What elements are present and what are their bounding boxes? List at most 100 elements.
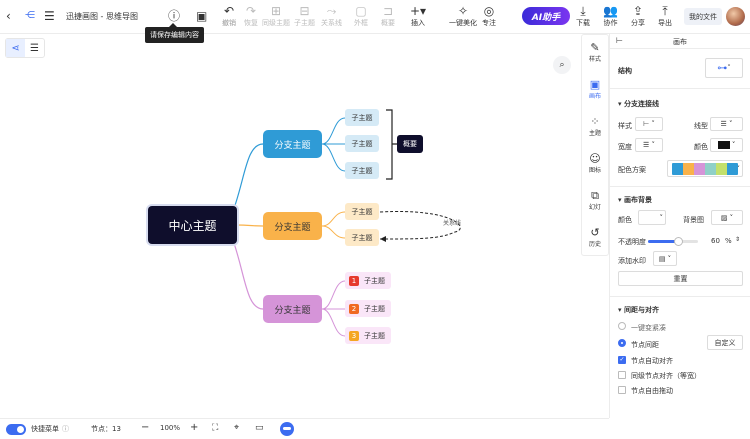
fit-screen-icon[interactable]: ⛶	[212, 423, 218, 433]
line-style-select[interactable]: ⊢ ˅	[635, 117, 663, 131]
background-title-text: 画布背景	[623, 196, 652, 204]
line-color-select[interactable]: ˅	[710, 138, 743, 152]
undo-icon: ↶	[223, 4, 235, 18]
opacity-stepper-icon[interactable]: ⇕	[735, 236, 740, 243]
bg-image-label: 背景图	[683, 216, 704, 224]
summary-button[interactable]: ⊐ 概要	[381, 4, 395, 28]
canvas-icon: ▣	[589, 78, 601, 91]
custom-button[interactable]: 自定义	[707, 335, 743, 350]
central-topic[interactable]: 中心主题	[148, 206, 237, 244]
ai-assistant-button[interactable]: AI助手	[522, 7, 570, 25]
app-root: ‹ ⋲ ☰ 迅捷画图 - 思维导图 ⓘ ▣ ↶ 撤销 ↷ 恢复 ⊞ 同级主题 ⊟ 子主题…	[0, 0, 750, 439]
subtopic-label: 子主题	[364, 276, 385, 285]
frame-button[interactable]: ▢ 外框	[354, 4, 368, 28]
relation-line-button[interactable]: ⤳ 关系线	[321, 4, 342, 28]
opacity-value[interactable]: 60	[711, 237, 720, 245]
back-icon[interactable]: ‹	[6, 9, 11, 23]
collapse-panel-icon[interactable]: ⊢	[616, 36, 623, 45]
zoom-out-icon[interactable]: −	[141, 422, 149, 433]
document-title[interactable]: 迅捷画图 - 思维导图	[66, 11, 138, 22]
reset-button[interactable]: 重置	[618, 271, 743, 286]
save-icon[interactable]: ▣	[196, 9, 207, 23]
rail-slides[interactable]: ⧉ 幻灯	[582, 189, 608, 211]
download-button[interactable]: ⤓ 下载	[576, 4, 590, 28]
auto-align-checkbox[interactable]: ✓	[618, 356, 626, 364]
free-drag-label: 节点自由拖动	[631, 387, 673, 395]
subtopic[interactable]: 子主题	[345, 162, 379, 179]
beautify-button[interactable]: ✧ 一键美化	[449, 4, 477, 28]
numbered-subtopic[interactable]: 3 子主题	[345, 327, 391, 344]
mindmap-logo-icon[interactable]: ⋲	[25, 9, 35, 23]
numbered-subtopic[interactable]: 2 子主题	[345, 300, 391, 317]
redo-button[interactable]: ↷ 恢复	[244, 4, 258, 28]
rail-history[interactable]: ↺ 历史	[582, 226, 608, 248]
summary-bracket[interactable]	[386, 109, 397, 180]
summary-node[interactable]: 概要	[397, 135, 423, 153]
bg-image-select[interactable]: ▨ ˅	[711, 210, 743, 225]
bg-color-select[interactable]: ˅	[638, 210, 666, 225]
branch-topic-1[interactable]: 分支主题	[263, 130, 322, 158]
palette-swatch	[683, 163, 694, 175]
beautify-label: 一键美化	[449, 19, 477, 27]
branch-topic-2[interactable]: 分支主题	[263, 212, 322, 240]
save-status-icon[interactable]: ⓘ	[168, 9, 180, 23]
color-scheme-palette[interactable]	[672, 163, 738, 175]
subtopic[interactable]: 子主题	[345, 135, 379, 152]
mindmap-canvas[interactable]: 中心主题 分支主题 分支主题 分支主题 子主题 子主题 子主题 子主题 子主题 …	[0, 34, 580, 418]
rail-canvas[interactable]: ▣ 画布	[582, 78, 608, 100]
opacity-slider[interactable]	[648, 237, 698, 246]
share-button[interactable]: ⇪ 分享	[631, 4, 645, 28]
rail-icon[interactable]: ☺ 图标	[582, 152, 608, 174]
canvas-panel: ⊢ 画布 结构 ⊶ ˅ ▾ 分支连接线 样式 ⊢ ˅ 线型 ☰ ˅ 宽度 ☰ ˅ …	[609, 34, 750, 418]
avatar[interactable]	[726, 7, 745, 26]
sibling-topic-label: 同级主题	[262, 19, 290, 27]
node-spacing-radio[interactable]	[618, 339, 626, 347]
structure-select[interactable]: ⊶ ˅	[705, 58, 743, 78]
auto-align-label: 节点自动对齐	[631, 357, 673, 365]
compact-radio[interactable]	[618, 322, 626, 330]
subtopic[interactable]: 子主题	[345, 229, 379, 246]
child-topic-button[interactable]: ⊟ 子主题	[294, 4, 315, 28]
frame-icon: ▢	[355, 4, 367, 18]
locate-icon[interactable]: ⌖	[234, 423, 239, 433]
rail-theme[interactable]: ⁘ 主题	[582, 115, 608, 137]
sibling-topic-button[interactable]: ⊞ 同级主题	[262, 4, 290, 28]
rail-style[interactable]: ✎ 样式	[582, 41, 608, 63]
search-icon[interactable]: ⌕	[553, 56, 571, 74]
same-level-align-checkbox[interactable]	[618, 371, 626, 379]
help-icon[interactable]: ⓘ	[62, 424, 69, 434]
line-width-select[interactable]: ☰ ˅	[635, 138, 663, 152]
relation-line-label[interactable]: 关系线	[443, 218, 461, 227]
assistant-bot-icon[interactable]	[280, 422, 294, 436]
menu-icon[interactable]: ☰	[44, 9, 55, 23]
free-drag-checkbox[interactable]	[618, 386, 626, 394]
subtopic[interactable]: 子主题	[345, 203, 379, 220]
subtopic[interactable]: 子主题	[345, 109, 379, 126]
redo-label: 恢复	[244, 19, 258, 27]
opacity-slider-handle[interactable]	[674, 237, 683, 246]
line-type-select[interactable]: ☰ ˅	[710, 117, 743, 131]
focus-icon: ◎	[483, 4, 495, 18]
export-button[interactable]: ⤒ 导出	[658, 4, 672, 28]
zoom-in-icon[interactable]: +	[190, 422, 198, 433]
branch-topic-3[interactable]: 分支主题	[263, 295, 322, 323]
collaborate-label: 协作	[603, 19, 618, 27]
presentation-icon[interactable]: ▭	[255, 423, 264, 433]
my-files-button[interactable]: 我的文件	[684, 8, 722, 25]
numbered-subtopic[interactable]: 1 子主题	[345, 272, 391, 289]
insert-button[interactable]: +▾ 插入	[410, 4, 426, 28]
zoom-level[interactable]: 100%	[160, 424, 180, 432]
number-3-icon: 3	[349, 330, 359, 341]
top-toolbar: ‹ ⋲ ☰ 迅捷画图 - 思维导图 ⓘ ▣ ↶ 撤销 ↷ 恢复 ⊞ 同级主题 ⊟ 子主题…	[0, 0, 750, 34]
paint-bucket-icon: ✎	[590, 41, 600, 54]
focus-button[interactable]: ◎ 专注	[482, 4, 496, 28]
collaborate-button[interactable]: 👥 协作	[603, 4, 618, 28]
undo-button[interactable]: ↶ 撤销	[222, 4, 236, 28]
relation-arrow-icon	[380, 236, 386, 242]
watermark-select[interactable]: ▤ ˅	[653, 251, 677, 266]
download-label: 下载	[576, 19, 590, 27]
bg-color-label: 颜色	[618, 216, 632, 224]
branch-lines-title-text: 分支连接线	[623, 100, 659, 108]
rail-icon-label: 图标	[588, 167, 601, 174]
quick-menu-toggle[interactable]	[6, 424, 26, 435]
